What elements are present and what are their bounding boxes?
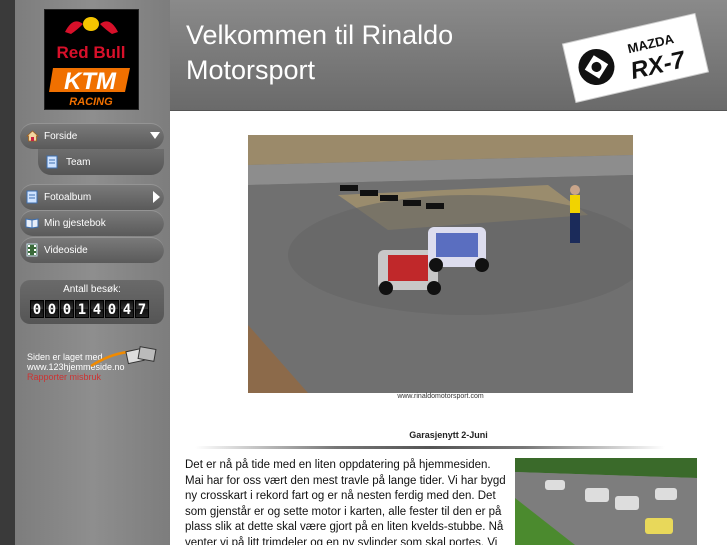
counter-digit: 0 [60,300,74,318]
chevron-down-icon [150,132,160,139]
counter-digit: 4 [90,300,104,318]
counter-digits: 0 0 0 1 4 0 4 7 [30,300,149,318]
article-paragraph: Det er nå på tide med en liten oppdateri… [185,459,506,545]
ktm-text: KTM [64,68,117,95]
nav-label-gjestebok: Min gjestebok [44,217,106,229]
nav-label-team: Team [66,156,91,168]
nav-item-fotoalbum[interactable]: Fotoalbum [20,184,164,210]
redbull-ktm-logo[interactable]: Red Bull KTM RACING [44,9,139,110]
swoosh-icon [90,346,157,368]
made-with-badge[interactable]: Siden er laget med www.123hjemmeside.no … [27,346,162,392]
nav-item-videoside[interactable]: Videoside [20,237,164,263]
section-divider [195,446,665,449]
header: Velkommen til Rinaldo Motorsport MAZDA R… [170,0,727,111]
race-photo-2[interactable] [515,458,697,545]
page-icon [46,155,60,169]
counter-digit: 0 [105,300,119,318]
redbull-text: Red Bull [57,43,126,62]
page-icon [25,190,39,204]
visit-counter: Antall besøk: 0 0 0 1 4 0 4 7 [20,280,164,324]
counter-digit: 4 [120,300,134,318]
nav-label-videoside: Videoside [44,244,88,256]
nav-label-fotoalbum: Fotoalbum [44,191,92,203]
nav-item-team[interactable]: Team [38,149,164,175]
section-title: Garasjenytt 2-Juni [409,430,488,440]
film-icon [25,243,39,257]
nav-label-forside: Forside [44,130,78,142]
racing-text: RACING [69,96,113,108]
mazda-rx7-logo: MAZDA RX-7 [561,10,710,104]
counter-digit: 0 [45,300,59,318]
chevron-right-icon [153,191,160,203]
counter-label: Antall besøk: [63,284,121,295]
race-photo[interactable] [248,135,633,393]
counter-digit: 1 [75,300,89,318]
book-icon [25,216,39,230]
nav-item-gjestebok[interactable]: Min gjestebok [20,210,164,236]
home-icon [25,129,39,143]
main-content: www.rinaldomotorsport.com Garasjenytt 2-… [170,111,727,545]
nav-item-forside[interactable]: Forside [20,123,164,149]
page-title: Velkommen til Rinaldo Motorsport [186,20,454,85]
photo-caption: www.rinaldomotorsport.com [397,393,484,400]
counter-digit: 7 [135,300,149,318]
counter-digit: 0 [30,300,44,318]
